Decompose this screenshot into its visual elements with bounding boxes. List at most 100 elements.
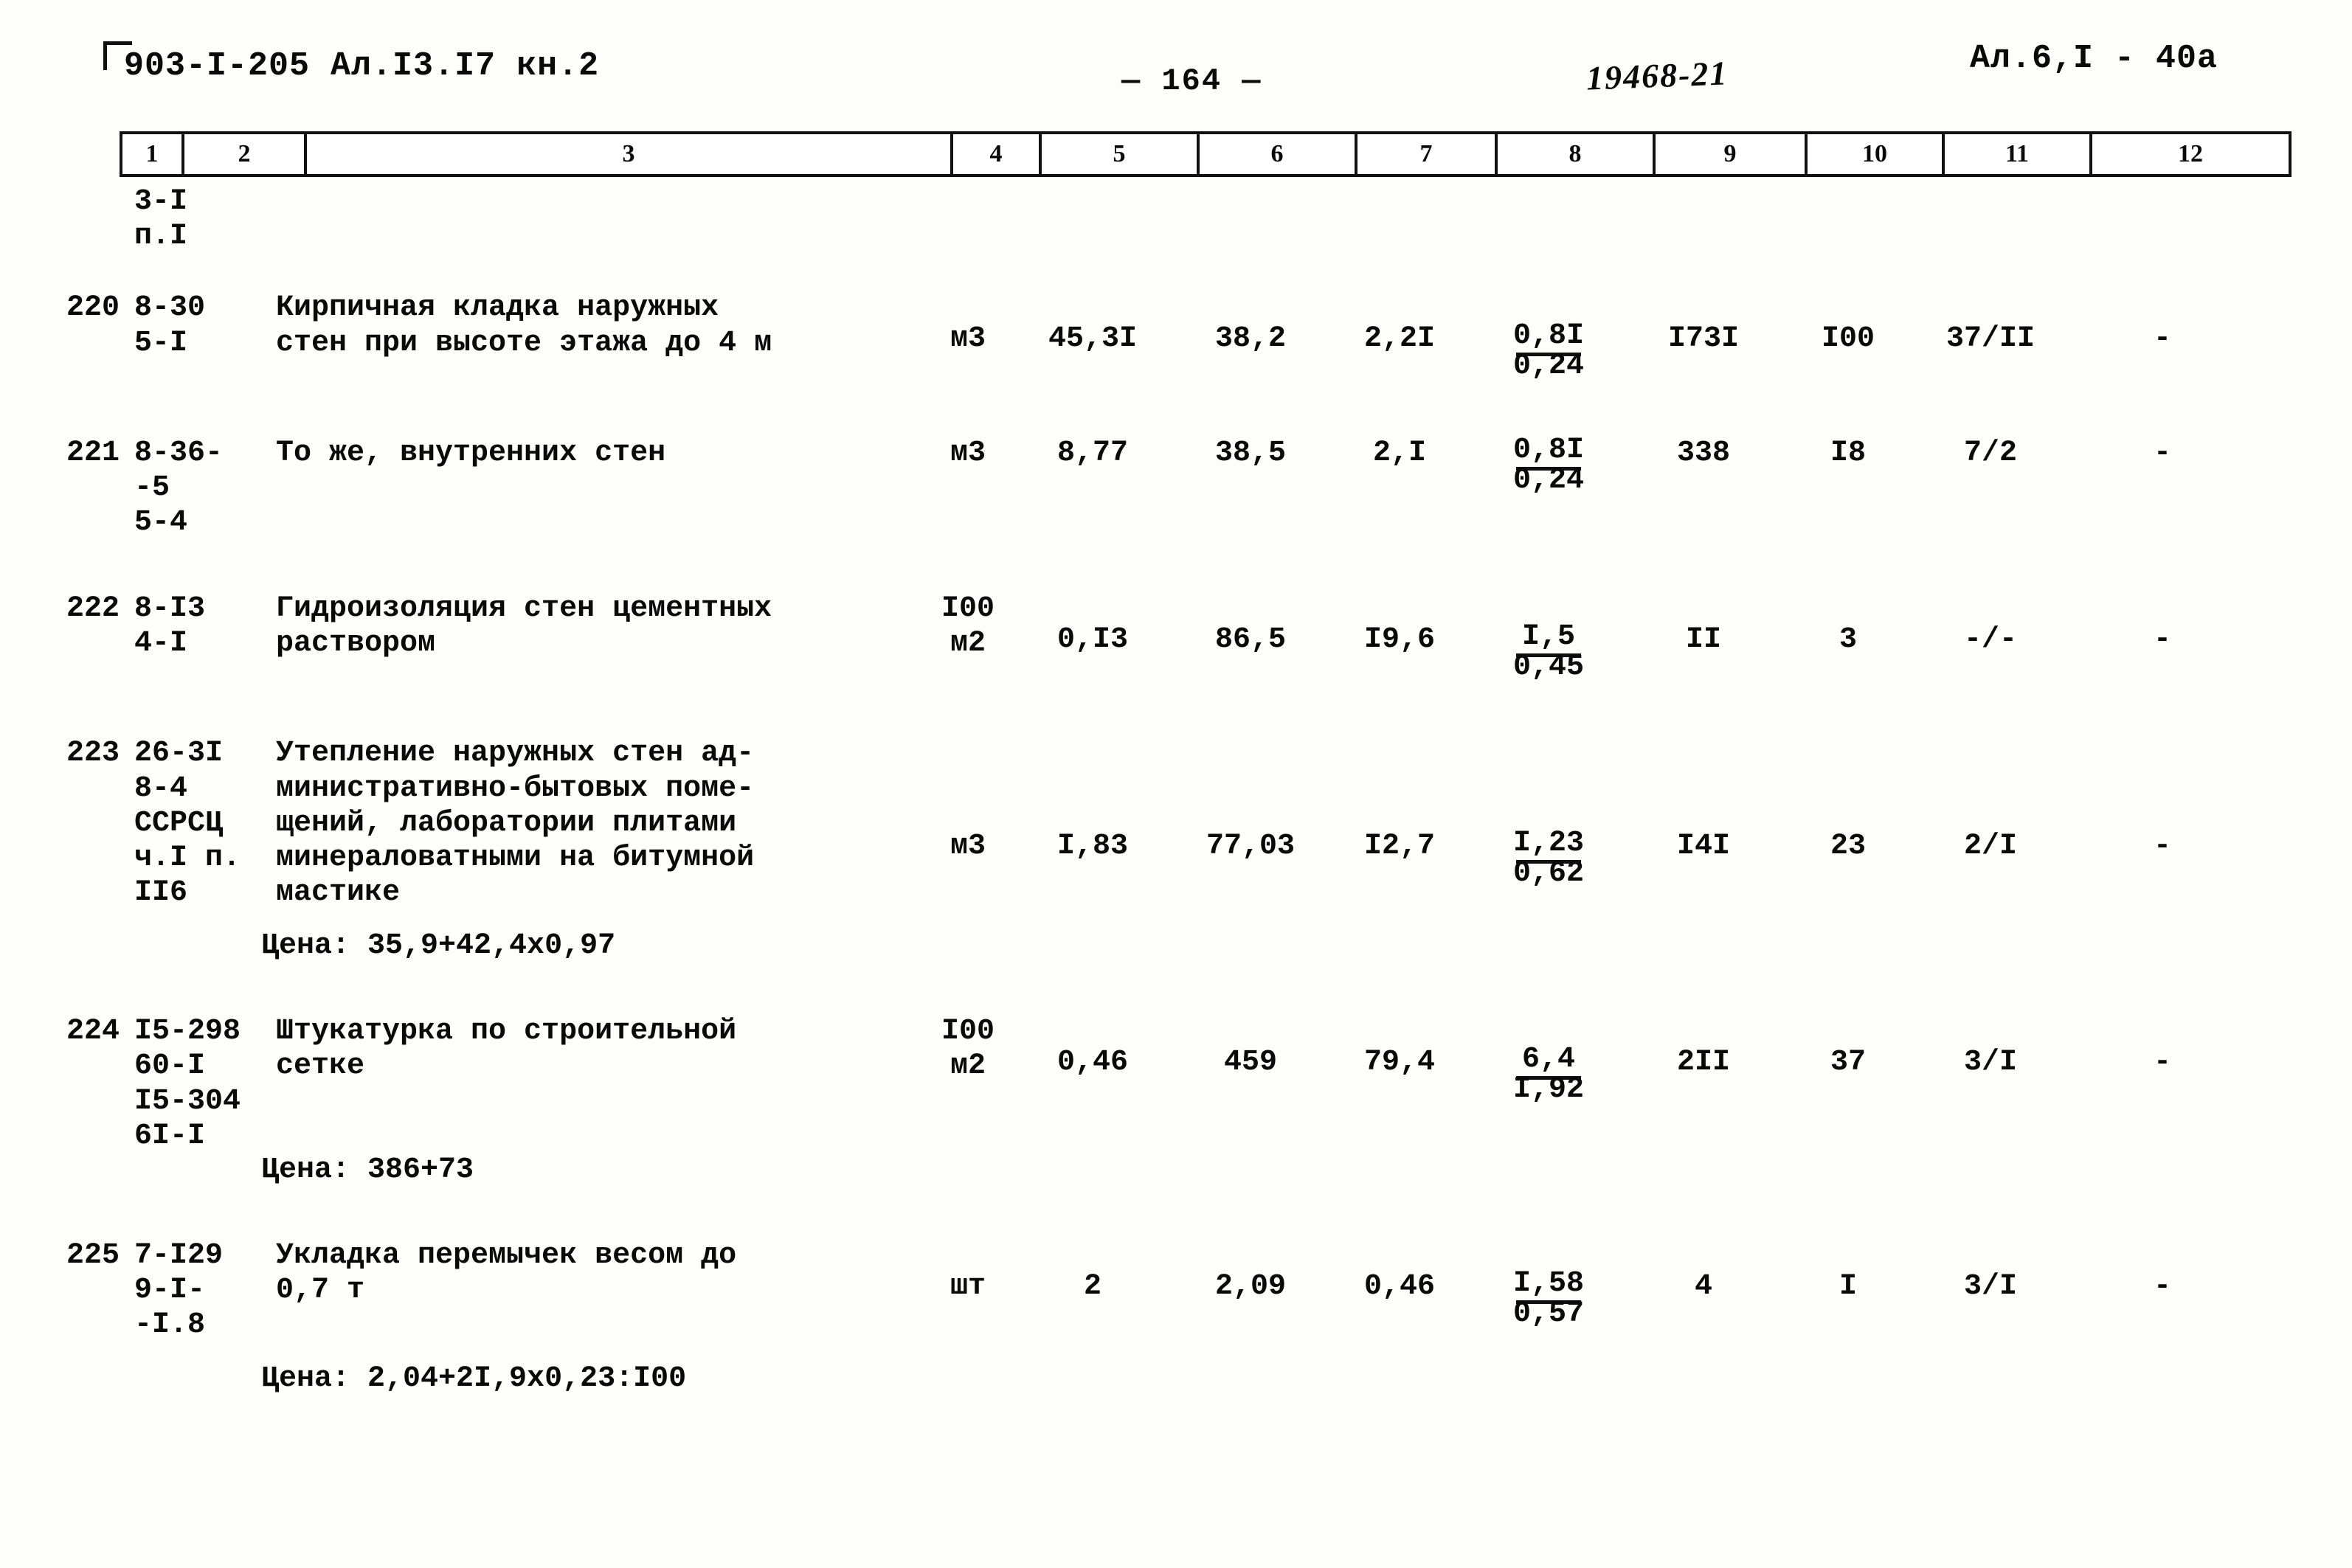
- row-number: 222: [66, 592, 120, 626]
- column-header-9: 9: [1656, 134, 1808, 174]
- table-row: 224 I5-298 60-I I5-304 6I-I Штукатурка п…: [0, 1014, 2352, 1154]
- table-row: 221 8-36- -5 5-4 То же, внутренних стен …: [0, 433, 2352, 541]
- row-number: 221: [66, 436, 120, 470]
- row-value-5: 2: [1083, 1270, 1101, 1303]
- row-value-12: -: [2153, 436, 2171, 470]
- table-row: 223 26-3I 8-4 ССРСЦ ч.I п. II6 Утепление…: [0, 736, 2352, 910]
- row-value-11: -/-: [1963, 623, 2017, 657]
- column-header-2: 2: [184, 134, 307, 174]
- row-code: I5-298 60-I I5-304 6I-I: [134, 1015, 241, 1153]
- row-description: Кирпичная кладка наружных стен при высот…: [276, 291, 772, 360]
- fraction-numerator: 0,8I: [1512, 319, 1584, 353]
- row-value-5: 8,77: [1056, 436, 1128, 470]
- row-value-9: 4: [1694, 1270, 1712, 1303]
- row-value-9: I73I: [1667, 322, 1739, 356]
- row-value-6: 38,2: [1214, 322, 1286, 356]
- row-number: 225: [66, 1239, 120, 1272]
- row-value-12: -: [2153, 1270, 2171, 1303]
- row-description: Гидроизоляция стен цементных раствором: [276, 592, 772, 661]
- row-price-line: Цена: 2,04+2I,9х0,23:I00: [0, 1362, 2352, 1395]
- table-row: 225 7-I29 9-I- -I.8 Укладка перемычек ве…: [0, 1238, 2352, 1343]
- row-price-line: Цена: 386+73: [0, 1154, 2352, 1187]
- fraction-denominator: 0,24: [1512, 463, 1584, 497]
- fraction-denominator: 0,24: [1512, 350, 1584, 384]
- row-value-5: 0,I3: [1056, 623, 1128, 657]
- row-description: Утепление наружных стен ад- министративн…: [276, 737, 755, 910]
- row-value-5: I,83: [1056, 830, 1128, 864]
- row-value-7: 2,2I: [1363, 322, 1435, 356]
- row-value-6: 459: [1223, 1046, 1277, 1080]
- row-description: Укладка перемычек весом до 0,7 т: [276, 1239, 737, 1308]
- row-unit: м3: [950, 436, 986, 470]
- table-body: 3-I п.I 220 8-30 5-I Кирпичная кладка на…: [0, 184, 2352, 1395]
- column-header-8: 8: [1498, 134, 1656, 174]
- row-unit: I00 м2: [941, 592, 995, 661]
- column-header-6: 6: [1200, 134, 1357, 174]
- fraction-denominator: 0,57: [1512, 1297, 1584, 1331]
- header-right-code: Ал.6,I - 40а: [1970, 40, 2218, 77]
- row-price-text: Цена: 386+73: [261, 1154, 474, 1187]
- row-value-6: 86,5: [1214, 623, 1286, 657]
- row-value-6: 2,09: [1214, 1270, 1286, 1303]
- row-code: 8-I3 4-I: [134, 592, 206, 661]
- row-value-10: 3: [1839, 623, 1857, 657]
- column-header-7: 7: [1357, 134, 1498, 174]
- row-unit: шт: [950, 1270, 986, 1303]
- row-description: То же, внутренних стен: [276, 436, 666, 470]
- column-header-12: 12: [2178, 140, 2203, 167]
- fraction-denominator: I,92: [1512, 1073, 1584, 1107]
- row-price-line: Цена: 35,9+42,4х0,97: [0, 929, 2352, 962]
- row-value-12: -: [2153, 830, 2171, 864]
- row-value-7: 79,4: [1363, 1046, 1435, 1080]
- column-header-3: 3: [307, 134, 953, 174]
- row-number: 223: [66, 737, 120, 771]
- row-value-7: I9,6: [1363, 623, 1435, 657]
- row-value-10: I: [1839, 1270, 1857, 1303]
- row-value-8-fraction: 0,8I 0,24: [1470, 291, 1628, 384]
- row-value-9: II: [1685, 623, 1721, 657]
- row-description: Штукатурка по строительной сетке: [276, 1015, 737, 1083]
- row-value-12: -: [2153, 1046, 2171, 1080]
- column-header-11: 11: [1945, 134, 2092, 174]
- table-column-header: 1 2 3 4 5 6 7 8 9 10 11 12: [120, 131, 2292, 177]
- row-unit: м3: [950, 830, 986, 864]
- row-value-11: 2/I: [1963, 830, 2017, 864]
- row-value-12: -: [2153, 322, 2171, 356]
- fraction-numerator: I,5: [1521, 620, 1575, 654]
- row-value-12: -: [2153, 623, 2171, 657]
- fraction-numerator: 0,8I: [1512, 433, 1584, 467]
- row-value-10: 23: [1830, 830, 1866, 864]
- row-value-6: 77,03: [1206, 830, 1296, 864]
- row-value-8-fraction: I,58 0,57: [1470, 1238, 1628, 1331]
- row-value-11: 3/I: [1963, 1046, 2017, 1080]
- row-value-9: 2II: [1676, 1046, 1730, 1080]
- row-value-10: I00: [1821, 322, 1875, 356]
- fraction-denominator: 0,62: [1512, 857, 1584, 891]
- row-code: 8-30 5-I: [134, 291, 206, 360]
- row-code: 8-36- -5 5-4: [134, 436, 224, 539]
- row-value-7: 2,I: [1372, 436, 1426, 470]
- row-unit: м3: [950, 322, 986, 356]
- fraction-numerator: I,23: [1512, 827, 1584, 861]
- row-code: 3-I п.I: [134, 185, 188, 254]
- handwritten-stamp: 19468-21: [1585, 54, 1729, 97]
- row-value-7: 0,46: [1363, 1270, 1435, 1303]
- table-row: 222 8-I3 4-I Гидроизоляция стен цементны…: [0, 592, 2352, 684]
- row-price-text: Цена: 35,9+42,4х0,97: [261, 929, 616, 963]
- column-header-1: 1: [122, 134, 184, 174]
- row-value-8-fraction: I,5 0,45: [1470, 592, 1628, 684]
- fraction-denominator: 0,45: [1512, 651, 1584, 684]
- fraction-numerator: I,58: [1512, 1267, 1584, 1300]
- row-value-5: 0,46: [1056, 1046, 1128, 1080]
- row-unit: I00 м2: [941, 1015, 995, 1083]
- row-value-10: I8: [1830, 436, 1866, 470]
- document-page: 903-I-205 Ал.I3.I7 кн.2 — 164 — 19468-21…: [0, 0, 2352, 1568]
- row-code: 7-I29 9-I- -I.8: [134, 1239, 224, 1342]
- row-value-5: 45,3I: [1048, 322, 1138, 356]
- row-value-8-fraction: 0,8I 0,24: [1470, 433, 1628, 498]
- row-value-9: I4I: [1676, 830, 1730, 864]
- page-number: — 164 —: [1121, 63, 1262, 99]
- row-price-text: Цена: 2,04+2I,9х0,23:I00: [261, 1361, 687, 1395]
- row-value-6: 38,5: [1214, 436, 1286, 470]
- row-value-8-fraction: 6,4 I,92: [1470, 1014, 1628, 1107]
